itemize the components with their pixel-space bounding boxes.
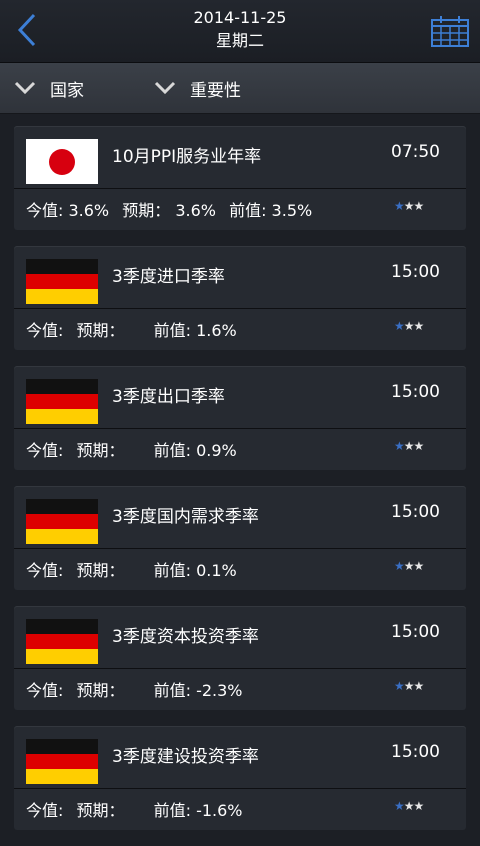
divider (14, 308, 466, 309)
star-filled-icon: ★ (394, 559, 405, 573)
importance-filter-label: 重要性 (190, 80, 241, 101)
star-filled-icon: ★ (394, 679, 405, 693)
actual-value: 今值: (26, 321, 64, 340)
divider (14, 668, 466, 669)
event-values: 今值: 预期： 前值: -1.6% (26, 797, 251, 821)
back-arrow-icon (17, 13, 36, 47)
germany-flag-icon (26, 619, 98, 664)
star-filled-icon: ★ (394, 439, 405, 453)
date-text: 2014-11-25 (193, 8, 287, 27)
event-values: 今值: 预期： 前值: 1.6% (26, 317, 245, 341)
calendar-icon (431, 16, 469, 47)
germany-flag-icon (26, 379, 98, 424)
event-card[interactable]: 3季度出口季率 15:00 今值: 预期： 前值: 0.9% ★★★ (14, 366, 466, 470)
event-card[interactable]: 3季度国内需求季率 15:00 今值: 预期： 前值: 0.1% ★★★ (14, 486, 466, 590)
germany-flag-icon (26, 739, 98, 784)
event-title: 3季度资本投资季率 (112, 627, 259, 647)
event-time: 15:00 (391, 502, 440, 522)
importance-stars: ★★★ (394, 679, 424, 693)
event-time: 15:00 (391, 262, 440, 282)
importance-stars: ★★★ (394, 439, 424, 453)
star-empty-icon: ★★ (403, 199, 424, 213)
star-empty-icon: ★★ (403, 799, 424, 813)
star-empty-icon: ★★ (403, 439, 424, 453)
forecast-value: 预期： (76, 801, 125, 820)
actual-value: 今值: (26, 801, 64, 820)
event-values: 今值: 预期： 前值: 0.9% (26, 437, 245, 461)
event-values: 今值: 预期： 前值: 0.1% (26, 557, 245, 581)
forecast-value: 预期： (76, 561, 125, 580)
importance-stars: ★★★ (394, 799, 424, 813)
forecast-value: 预期： (76, 681, 125, 700)
event-title: 10月PPI服务业年率 (112, 147, 262, 167)
germany-flag-icon (26, 259, 98, 304)
event-list: 10月PPI服务业年率 07:50 今值: 3.6% 预期： 3.6% 前值: … (14, 126, 466, 846)
calendar-button[interactable] (430, 14, 470, 48)
chevron-down-icon (14, 81, 36, 95)
event-time: 15:00 (391, 742, 440, 762)
actual-value: 今值: (26, 561, 64, 580)
divider (14, 788, 466, 789)
previous-value: 前值: 0.1% (153, 561, 237, 580)
previous-value: 前值: -2.3% (153, 681, 243, 700)
star-filled-icon: ★ (394, 199, 405, 213)
divider (14, 548, 466, 549)
date-display: 2014-11-25 星期二 (140, 7, 340, 53)
chevron-down-icon (154, 81, 176, 95)
actual-value: 今值: (26, 681, 64, 700)
divider (14, 428, 466, 429)
event-title: 3季度出口季率 (112, 387, 225, 407)
forecast-value: 预期： 3.6% (122, 201, 216, 220)
event-title: 3季度国内需求季率 (112, 507, 259, 527)
japan-flag-icon (26, 139, 98, 184)
star-filled-icon: ★ (394, 799, 405, 813)
event-values: 今值: 预期： 前值: -2.3% (26, 677, 251, 701)
previous-value: 前值: 1.6% (153, 321, 237, 340)
actual-value: 今值: (26, 441, 64, 460)
divider (14, 188, 466, 189)
importance-stars: ★★★ (394, 559, 424, 573)
germany-flag-icon (26, 499, 98, 544)
event-card[interactable]: 3季度资本投资季率 15:00 今值: 预期： 前值: -2.3% ★★★ (14, 606, 466, 710)
importance-stars: ★★★ (394, 199, 424, 213)
event-card[interactable]: 3季度进口季率 15:00 今值: 预期： 前值: 1.6% ★★★ (14, 246, 466, 350)
forecast-value: 预期： (76, 441, 125, 460)
top-bar: 2014-11-25 星期二 (0, 0, 480, 63)
event-card[interactable]: 10月PPI服务业年率 07:50 今值: 3.6% 预期： 3.6% 前值: … (14, 126, 466, 230)
star-empty-icon: ★★ (403, 319, 424, 333)
previous-value: 前值: -1.6% (153, 801, 243, 820)
back-button[interactable] (10, 10, 44, 50)
star-filled-icon: ★ (394, 319, 405, 333)
event-time: 15:00 (391, 382, 440, 402)
importance-filter[interactable]: 重要性 (154, 63, 241, 113)
event-card[interactable]: 3季度建设投资季率 15:00 今值: 预期： 前值: -1.6% ★★★ (14, 726, 466, 830)
importance-stars: ★★★ (394, 319, 424, 333)
event-time: 15:00 (391, 622, 440, 642)
previous-value: 前值: 3.5% (229, 201, 313, 220)
event-title: 3季度进口季率 (112, 267, 225, 287)
actual-value: 今值: 3.6% (26, 201, 110, 220)
event-title: 3季度建设投资季率 (112, 747, 259, 767)
country-filter[interactable]: 国家 (14, 63, 84, 113)
filter-bar: 国家 重要性 (0, 63, 480, 114)
previous-value: 前值: 0.9% (153, 441, 237, 460)
weekday-text: 星期二 (215, 31, 264, 50)
event-values: 今值: 3.6% 预期： 3.6% 前值: 3.5% (26, 197, 320, 221)
country-filter-label: 国家 (50, 80, 84, 101)
star-empty-icon: ★★ (403, 559, 424, 573)
forecast-value: 预期： (76, 321, 125, 340)
event-time: 07:50 (391, 142, 440, 162)
star-empty-icon: ★★ (403, 679, 424, 693)
